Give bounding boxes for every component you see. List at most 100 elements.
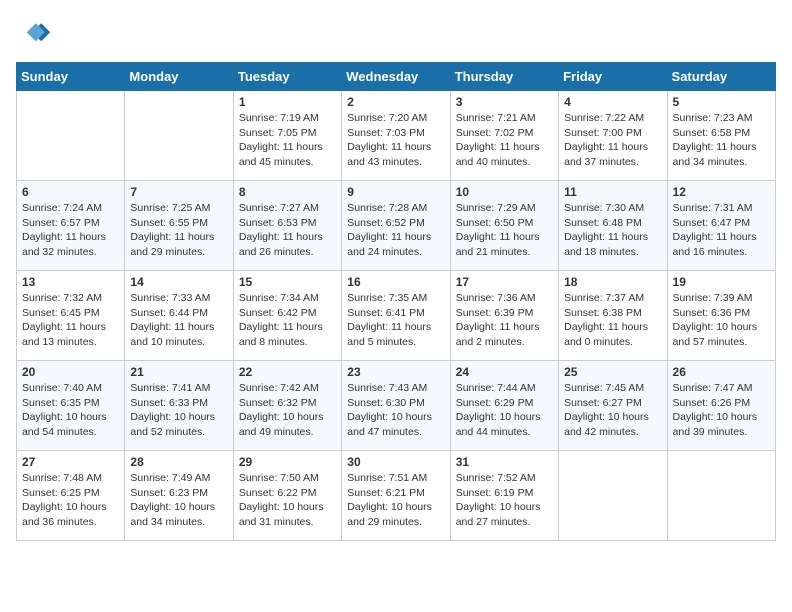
day-of-week-header: Friday: [559, 63, 667, 91]
calendar-cell: 28 Sunrise: 7:49 AM Sunset: 6:23 PM Dayli…: [125, 451, 233, 541]
day-number: 4: [564, 95, 661, 109]
calendar-week-row: 6 Sunrise: 7:24 AM Sunset: 6:57 PM Daylig…: [17, 181, 776, 271]
cell-content: Sunrise: 7:21 AM Sunset: 7:02 PM Dayligh…: [456, 111, 553, 170]
day-number: 10: [456, 185, 553, 199]
cell-content: Sunrise: 7:28 AM Sunset: 6:52 PM Dayligh…: [347, 201, 444, 260]
day-number: 16: [347, 275, 444, 289]
calendar-cell: 16 Sunrise: 7:35 AM Sunset: 6:41 PM Dayli…: [342, 271, 450, 361]
calendar-cell: 9 Sunrise: 7:28 AM Sunset: 6:52 PM Daylig…: [342, 181, 450, 271]
calendar-cell: 31 Sunrise: 7:52 AM Sunset: 6:19 PM Dayli…: [450, 451, 558, 541]
day-number: 30: [347, 455, 444, 469]
day-number: 13: [22, 275, 119, 289]
day-number: 14: [130, 275, 227, 289]
calendar-cell: 5 Sunrise: 7:23 AM Sunset: 6:58 PM Daylig…: [667, 91, 775, 181]
day-number: 9: [347, 185, 444, 199]
calendar-cell: 18 Sunrise: 7:37 AM Sunset: 6:38 PM Dayli…: [559, 271, 667, 361]
cell-content: Sunrise: 7:42 AM Sunset: 6:32 PM Dayligh…: [239, 381, 336, 440]
day-number: 3: [456, 95, 553, 109]
day-number: 27: [22, 455, 119, 469]
day-number: 18: [564, 275, 661, 289]
cell-content: Sunrise: 7:25 AM Sunset: 6:55 PM Dayligh…: [130, 201, 227, 260]
day-number: 15: [239, 275, 336, 289]
day-of-week-header: Saturday: [667, 63, 775, 91]
day-number: 2: [347, 95, 444, 109]
day-number: 29: [239, 455, 336, 469]
cell-content: Sunrise: 7:40 AM Sunset: 6:35 PM Dayligh…: [22, 381, 119, 440]
calendar-cell: 1 Sunrise: 7:19 AM Sunset: 7:05 PM Daylig…: [233, 91, 341, 181]
calendar-week-row: 20Sunrise: 7:40 AM Sunset: 6:35 PM Dayli…: [17, 361, 776, 451]
day-number: 19: [673, 275, 770, 289]
calendar-cell: 11Sunrise: 7:30 AM Sunset: 6:48 PM Dayli…: [559, 181, 667, 271]
calendar-cell: 13 Sunrise: 7:32 AM Sunset: 6:45 PM Dayli…: [17, 271, 125, 361]
day-of-week-header: Tuesday: [233, 63, 341, 91]
cell-content: Sunrise: 7:45 AM Sunset: 6:27 PM Dayligh…: [564, 381, 661, 440]
calendar-week-row: 1 Sunrise: 7:19 AM Sunset: 7:05 PM Daylig…: [17, 91, 776, 181]
day-of-week-header: Thursday: [450, 63, 558, 91]
day-number: 17: [456, 275, 553, 289]
cell-content: Sunrise: 7:43 AM Sunset: 6:30 PM Dayligh…: [347, 381, 444, 440]
calendar-week-row: 27 Sunrise: 7:48 AM Sunset: 6:25 PM Dayli…: [17, 451, 776, 541]
cell-content: Sunrise: 7:49 AM Sunset: 6:23 PM Dayligh…: [130, 471, 227, 530]
day-number: 6: [22, 185, 119, 199]
calendar-cell: 17Sunrise: 7:36 AM Sunset: 6:39 PM Dayli…: [450, 271, 558, 361]
calendar-cell: 26 Sunrise: 7:47 AM Sunset: 6:26 PM Dayli…: [667, 361, 775, 451]
cell-content: Sunrise: 7:44 AM Sunset: 6:29 PM Dayligh…: [456, 381, 553, 440]
day-number: 8: [239, 185, 336, 199]
day-number: 5: [673, 95, 770, 109]
calendar-cell: 22Sunrise: 7:42 AM Sunset: 6:32 PM Dayli…: [233, 361, 341, 451]
calendar-cell: 14 Sunrise: 7:33 AM Sunset: 6:44 PM Dayli…: [125, 271, 233, 361]
cell-content: Sunrise: 7:47 AM Sunset: 6:26 PM Dayligh…: [673, 381, 770, 440]
cell-content: Sunrise: 7:24 AM Sunset: 6:57 PM Dayligh…: [22, 201, 119, 260]
calendar-cell: 30 Sunrise: 7:51 AM Sunset: 6:21 PM Dayli…: [342, 451, 450, 541]
cell-content: Sunrise: 7:41 AM Sunset: 6:33 PM Dayligh…: [130, 381, 227, 440]
cell-content: Sunrise: 7:37 AM Sunset: 6:38 PM Dayligh…: [564, 291, 661, 350]
cell-content: Sunrise: 7:51 AM Sunset: 6:21 PM Dayligh…: [347, 471, 444, 530]
day-number: 26: [673, 365, 770, 379]
day-number: 31: [456, 455, 553, 469]
calendar-cell: [17, 91, 125, 181]
cell-content: Sunrise: 7:52 AM Sunset: 6:19 PM Dayligh…: [456, 471, 553, 530]
cell-content: Sunrise: 7:34 AM Sunset: 6:42 PM Dayligh…: [239, 291, 336, 350]
days-header-row: SundayMondayTuesdayWednesdayThursdayFrid…: [17, 63, 776, 91]
calendar-cell: 21 Sunrise: 7:41 AM Sunset: 6:33 PM Dayli…: [125, 361, 233, 451]
cell-content: Sunrise: 7:22 AM Sunset: 7:00 PM Dayligh…: [564, 111, 661, 170]
day-number: 12: [673, 185, 770, 199]
logo-icon: [16, 16, 52, 52]
cell-content: Sunrise: 7:19 AM Sunset: 7:05 PM Dayligh…: [239, 111, 336, 170]
calendar-cell: 25Sunrise: 7:45 AM Sunset: 6:27 PM Dayli…: [559, 361, 667, 451]
cell-content: Sunrise: 7:35 AM Sunset: 6:41 PM Dayligh…: [347, 291, 444, 350]
cell-content: Sunrise: 7:30 AM Sunset: 6:48 PM Dayligh…: [564, 201, 661, 260]
calendar-cell: 27 Sunrise: 7:48 AM Sunset: 6:25 PM Dayli…: [17, 451, 125, 541]
calendar-cell: 3 Sunrise: 7:21 AM Sunset: 7:02 PM Daylig…: [450, 91, 558, 181]
cell-content: Sunrise: 7:23 AM Sunset: 6:58 PM Dayligh…: [673, 111, 770, 170]
calendar-cell: 4 Sunrise: 7:22 AM Sunset: 7:00 PM Daylig…: [559, 91, 667, 181]
calendar-week-row: 13 Sunrise: 7:32 AM Sunset: 6:45 PM Dayli…: [17, 271, 776, 361]
calendar-cell: [667, 451, 775, 541]
cell-content: Sunrise: 7:39 AM Sunset: 6:36 PM Dayligh…: [673, 291, 770, 350]
cell-content: Sunrise: 7:29 AM Sunset: 6:50 PM Dayligh…: [456, 201, 553, 260]
cell-content: Sunrise: 7:50 AM Sunset: 6:22 PM Dayligh…: [239, 471, 336, 530]
logo: [16, 16, 56, 52]
calendar-cell: 24 Sunrise: 7:44 AM Sunset: 6:29 PM Dayli…: [450, 361, 558, 451]
page-header: [16, 16, 776, 52]
day-number: 24: [456, 365, 553, 379]
day-number: 7: [130, 185, 227, 199]
day-of-week-header: Monday: [125, 63, 233, 91]
calendar-cell: 7 Sunrise: 7:25 AM Sunset: 6:55 PM Daylig…: [125, 181, 233, 271]
cell-content: Sunrise: 7:48 AM Sunset: 6:25 PM Dayligh…: [22, 471, 119, 530]
day-of-week-header: Sunday: [17, 63, 125, 91]
cell-content: Sunrise: 7:31 AM Sunset: 6:47 PM Dayligh…: [673, 201, 770, 260]
cell-content: Sunrise: 7:33 AM Sunset: 6:44 PM Dayligh…: [130, 291, 227, 350]
cell-content: Sunrise: 7:32 AM Sunset: 6:45 PM Dayligh…: [22, 291, 119, 350]
cell-content: Sunrise: 7:27 AM Sunset: 6:53 PM Dayligh…: [239, 201, 336, 260]
day-of-week-header: Wednesday: [342, 63, 450, 91]
calendar-table: SundayMondayTuesdayWednesdayThursdayFrid…: [16, 62, 776, 541]
calendar-cell: 12 Sunrise: 7:31 AM Sunset: 6:47 PM Dayli…: [667, 181, 775, 271]
day-number: 21: [130, 365, 227, 379]
calendar-cell: 29 Sunrise: 7:50 AM Sunset: 6:22 PM Dayli…: [233, 451, 341, 541]
day-number: 28: [130, 455, 227, 469]
calendar-cell: 2 Sunrise: 7:20 AM Sunset: 7:03 PM Daylig…: [342, 91, 450, 181]
cell-content: Sunrise: 7:20 AM Sunset: 7:03 PM Dayligh…: [347, 111, 444, 170]
calendar-cell: [125, 91, 233, 181]
day-number: 1: [239, 95, 336, 109]
